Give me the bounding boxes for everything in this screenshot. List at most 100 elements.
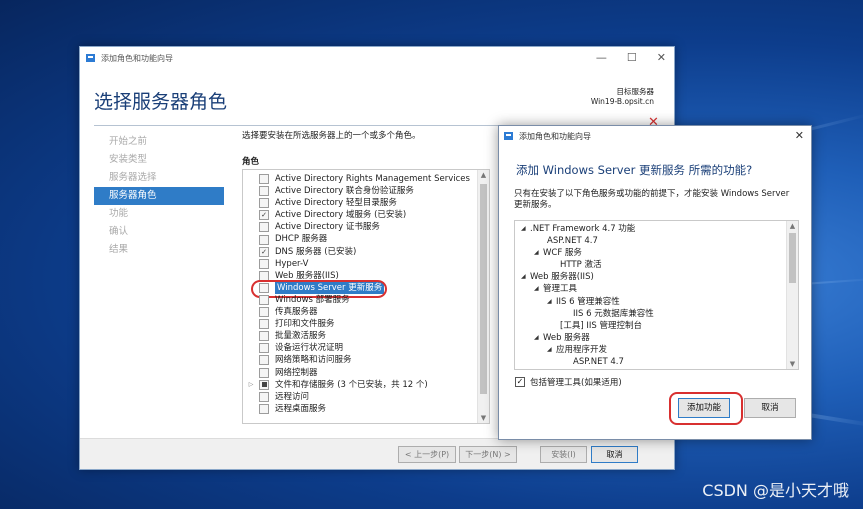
next-button[interactable]: 下一步(N) > — [459, 446, 517, 463]
previous-button[interactable]: < 上一步(P) — [398, 446, 456, 463]
role-checkbox[interactable] — [259, 234, 269, 245]
cancel-button[interactable]: 取消 — [591, 446, 638, 463]
role-checkbox[interactable] — [259, 222, 269, 233]
role-item[interactable]: ✓ Active Directory 域服务 (已安装) — [243, 209, 489, 221]
window-controls: — ☐ ✕ — [596, 51, 666, 64]
role-item[interactable]: ✓ DNS 服务器 (已安装) — [243, 246, 489, 258]
scrollbar-thumb[interactable] — [789, 233, 796, 283]
role-item[interactable]: Active Directory Rights Management Servi… — [243, 173, 489, 185]
collapse-arrow-icon[interactable]: ◢ — [521, 271, 530, 283]
scroll-down-icon[interactable]: ▼ — [478, 414, 489, 422]
include-tools-option[interactable]: ✓ 包括管理工具(如果适用) — [515, 376, 622, 388]
nav-item-installation-type[interactable]: 安装类型 — [94, 151, 224, 169]
collapse-arrow-icon[interactable]: ◢ — [534, 247, 543, 259]
wizard-title: 添加角色和功能向导 — [101, 53, 173, 63]
role-label: 网络策略和访问服务 — [275, 355, 352, 366]
collapse-arrow-icon[interactable]: ◢ — [521, 223, 530, 235]
roles-scrollbar[interactable]: ▲ ▼ — [477, 170, 489, 423]
collapse-arrow-icon[interactable]: ◢ — [547, 296, 556, 308]
tree-node: ◢ Web 服务器(IIS) — [515, 271, 798, 283]
tree-node: ◢ .NET Framework 4.7 功能 — [515, 223, 798, 235]
role-checkbox[interactable] — [259, 294, 269, 305]
close-button[interactable]: ✕ — [657, 51, 666, 64]
nav-item-features[interactable]: 功能 — [94, 205, 224, 223]
role-item[interactable]: Active Directory 轻型目录服务 — [243, 197, 489, 209]
scroll-up-icon[interactable]: ▲ — [787, 222, 798, 230]
role-item[interactable]: Active Directory 联合身份验证服务 — [243, 185, 489, 197]
wizard-nav: 开始之前 安装类型 服务器选择 服务器角色 功能 确认 结果 — [94, 133, 224, 259]
wizard-titlebar[interactable]: 添加角色和功能向导 — [80, 47, 674, 69]
role-item[interactable]: ▷ 文件和存储服务 (3 个已安装，共 12 个) — [243, 379, 489, 391]
role-checkbox[interactable] — [259, 319, 269, 330]
role-item[interactable]: 设备运行状况证明 — [243, 342, 489, 354]
role-item[interactable]: 远程访问 — [243, 391, 489, 403]
role-checkbox[interactable] — [259, 174, 269, 185]
role-checkbox[interactable]: ✓ — [259, 210, 269, 221]
role-label: 打印和文件服务 — [275, 319, 335, 330]
maximize-button[interactable]: ☐ — [627, 51, 637, 64]
nav-item-before-you-begin[interactable]: 开始之前 — [94, 133, 224, 151]
role-label: Active Directory 联合身份验证服务 — [275, 186, 414, 197]
role-checkbox[interactable] — [259, 391, 269, 402]
role-checkbox[interactable] — [259, 379, 269, 390]
role-label: 网络控制器 — [275, 367, 318, 378]
role-checkbox[interactable] — [259, 258, 269, 269]
wizard-footer: < 上一步(P) 下一步(N) > 安装(I) 取消 — [80, 438, 674, 469]
include-tools-checkbox[interactable]: ✓ — [515, 377, 525, 387]
role-label: DNS 服务器 (已安装) — [275, 246, 357, 257]
collapse-arrow-icon[interactable]: ◢ — [547, 344, 556, 356]
role-checkbox[interactable] — [259, 186, 269, 197]
dialog-cancel-button[interactable]: 取消 — [744, 398, 796, 418]
include-tools-label: 包括管理工具(如果适用) — [530, 378, 622, 388]
dialog-titlebar[interactable]: 添加角色和功能向导 — [499, 126, 811, 146]
nav-item-results[interactable]: 结果 — [94, 241, 224, 259]
role-checkbox[interactable] — [259, 355, 269, 366]
role-item[interactable]: 网络控制器 — [243, 367, 489, 379]
role-checkbox[interactable] — [259, 307, 269, 318]
collapse-arrow-icon[interactable]: ◢ — [534, 283, 543, 295]
role-item[interactable]: DHCP 服务器 — [243, 233, 489, 245]
install-button[interactable]: 安装(I) — [540, 446, 587, 463]
target-server-info: 目标服务器 Win19-B.opsit.cn — [591, 87, 654, 107]
role-item[interactable]: Windows Server 更新服务 — [243, 279, 489, 298]
scrollbar-thumb[interactable] — [480, 184, 487, 394]
expand-arrow-icon[interactable]: ▷ — [247, 379, 255, 391]
dialog-close-button[interactable]: ✕ — [795, 129, 804, 142]
highlight-ring — [669, 392, 743, 425]
role-item[interactable]: 打印和文件服务 — [243, 318, 489, 330]
role-item[interactable]: 网络策略和访问服务 — [243, 354, 489, 366]
role-checkbox[interactable] — [259, 198, 269, 209]
collapse-arrow-icon[interactable]: ◢ — [534, 332, 543, 344]
role-item[interactable]: 传真服务器 — [243, 306, 489, 318]
server-manager-icon — [504, 131, 514, 141]
role-checkbox[interactable] — [259, 331, 269, 342]
role-item[interactable]: 批量激活服务 — [243, 330, 489, 342]
scroll-up-icon[interactable]: ▲ — [478, 171, 489, 179]
role-item[interactable]: Active Directory 证书服务 — [243, 221, 489, 233]
role-label: Active Directory 轻型目录服务 — [275, 198, 397, 209]
target-server-name: Win19-B.opsit.cn — [590, 97, 654, 106]
nav-item-server-roles[interactable]: 服务器角色 — [94, 187, 224, 205]
scroll-down-icon[interactable]: ▼ — [787, 360, 798, 368]
role-checkbox[interactable]: ✓ — [259, 246, 269, 257]
tree-node-label: WCF 服务 — [543, 248, 582, 259]
tree-node: HTTP 激活 — [515, 259, 798, 271]
roles-list[interactable]: Active Directory Rights Management Servi… — [242, 169, 490, 424]
nav-item-server-selection[interactable]: 服务器选择 — [94, 169, 224, 187]
server-manager-icon — [86, 53, 96, 63]
role-checkbox[interactable] — [259, 367, 269, 378]
tree-scrollbar[interactable]: ▲ ▼ — [786, 221, 798, 369]
target-server-label: 目标服务器 — [616, 87, 655, 96]
role-item[interactable]: Windows 部署服务 — [243, 294, 489, 306]
role-label: DHCP 服务器 — [275, 234, 328, 245]
required-features-tree[interactable]: ◢ .NET Framework 4.7 功能 ASP.NET 4.7 ◢ WCF 服务… — [514, 220, 799, 370]
role-item[interactable]: Hyper-V — [243, 258, 489, 270]
tree-node: ◢ WCF 服务 — [515, 247, 798, 259]
minimize-button[interactable]: — — [596, 51, 607, 64]
role-label: 批量激活服务 — [275, 331, 327, 342]
role-checkbox[interactable] — [259, 343, 269, 354]
nav-item-confirmation[interactable]: 确认 — [94, 223, 224, 241]
role-item[interactable]: 远程桌面服务 — [243, 403, 489, 415]
role-checkbox[interactable] — [259, 403, 269, 414]
tree-node: ◢ Web 服务器 — [515, 332, 798, 344]
